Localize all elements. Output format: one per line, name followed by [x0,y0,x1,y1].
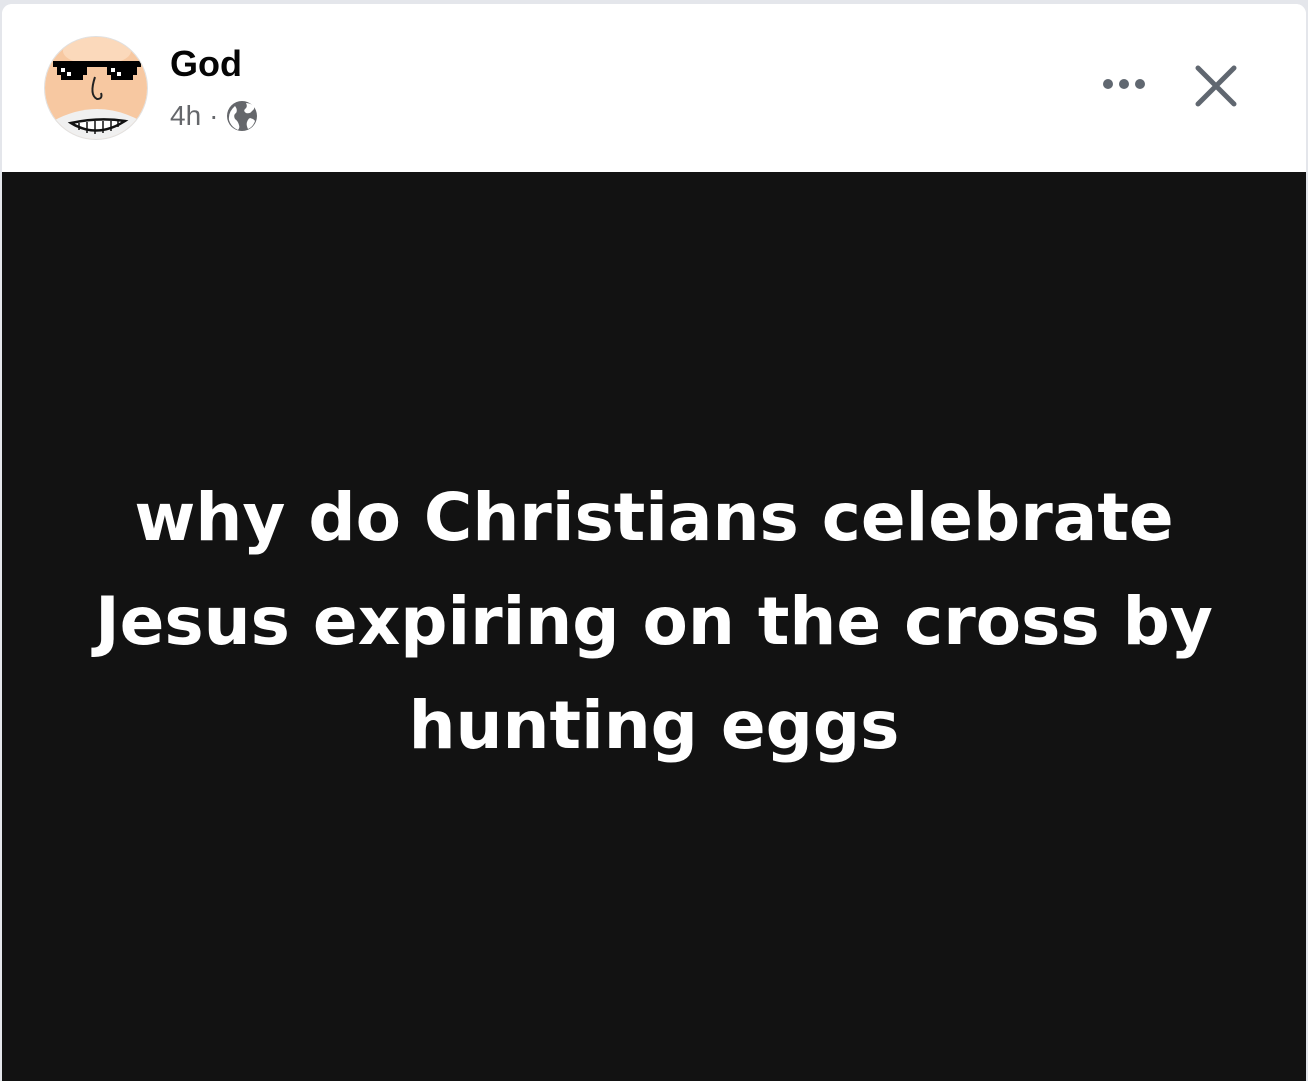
author-name[interactable]: God [170,42,242,86]
post-header: God 4h · [2,4,1306,172]
more-horizontal-icon [1103,79,1145,89]
avatar-image [45,37,147,139]
post-text: why do Christians celebrate Jesus expiri… [95,478,1213,764]
globe-icon[interactable] [226,100,258,132]
post-time[interactable]: 4h [170,100,201,132]
post-text-card: why do Christians celebrate Jesus expiri… [2,172,1306,1081]
post-dialog: God 4h · why do Christians celebrate Jes… [2,4,1306,1081]
more-options-button[interactable] [1092,60,1156,108]
post-meta: 4h · [170,98,258,134]
avatar[interactable] [44,36,148,140]
close-icon [1195,65,1237,107]
close-button[interactable] [1184,54,1248,118]
meta-separator: · [209,100,219,131]
